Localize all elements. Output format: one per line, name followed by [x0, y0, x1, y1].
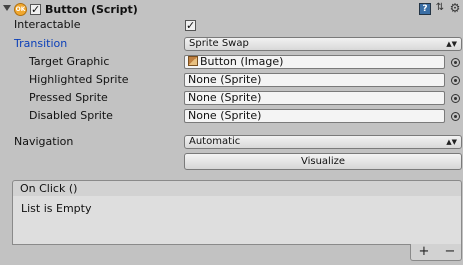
transition-dropdown[interactable]: Sprite Swap ▲▼ — [184, 37, 462, 51]
dropdown-arrow-icon: ▲▼ — [446, 138, 457, 146]
object-picker-icon[interactable] — [451, 58, 460, 67]
on-click-header: On Click () — [12, 180, 462, 197]
interactable-label: Interactable — [14, 18, 81, 31]
component-enabled-checkbox[interactable]: ✓ — [30, 4, 41, 15]
add-listener-button[interactable]: + — [411, 244, 437, 260]
dropdown-arrow-icon: ▲▼ — [446, 40, 457, 48]
help-icon[interactable]: ? — [419, 3, 431, 15]
disabled-sprite-field[interactable]: None (Sprite) — [184, 109, 445, 123]
remove-listener-button[interactable]: − — [437, 244, 463, 260]
fold-arrow-icon[interactable] — [3, 5, 11, 11]
on-click-footer: + − — [410, 244, 462, 261]
object-picker-icon[interactable] — [451, 76, 460, 85]
pressed-sprite-field[interactable]: None (Sprite) — [184, 91, 445, 105]
empty-list-text: List is Empty — [21, 202, 92, 215]
navigation-value: Automatic — [189, 136, 241, 147]
object-picker-icon[interactable] — [451, 94, 460, 103]
image-component-icon — [188, 56, 198, 66]
transition-label: Transition — [14, 37, 68, 50]
highlighted-sprite-value: None (Sprite) — [188, 73, 262, 86]
object-picker-icon[interactable] — [451, 112, 460, 121]
navigation-label: Navigation — [14, 135, 74, 148]
navigation-dropdown[interactable]: Automatic ▲▼ — [184, 135, 462, 149]
highlighted-sprite-field[interactable]: None (Sprite) — [184, 73, 445, 87]
pressed-sprite-label: Pressed Sprite — [29, 91, 108, 104]
disabled-sprite-label: Disabled Sprite — [29, 109, 113, 122]
gear-icon[interactable]: ⚙ — [449, 2, 461, 15]
disabled-sprite-value: None (Sprite) — [188, 109, 262, 122]
component-header: OK ✓ Button (Script) ? ⇅ ⚙ — [0, 0, 463, 20]
pressed-sprite-value: None (Sprite) — [188, 91, 262, 104]
component-title: Button (Script) — [45, 3, 138, 16]
transition-value: Sprite Swap — [189, 38, 249, 49]
target-graphic-label: Target Graphic — [29, 55, 110, 68]
highlighted-sprite-label: Highlighted Sprite — [29, 73, 129, 86]
script-icon: OK — [14, 3, 27, 16]
visualize-button[interactable]: Visualize — [184, 153, 462, 170]
interactable-checkbox[interactable]: ✓ — [185, 20, 196, 31]
on-click-list: List is Empty — [12, 196, 462, 245]
target-graphic-value: Button (Image) — [200, 55, 284, 68]
target-graphic-field[interactable]: Button (Image) — [184, 55, 445, 69]
presets-icon[interactable]: ⇅ — [434, 3, 446, 15]
